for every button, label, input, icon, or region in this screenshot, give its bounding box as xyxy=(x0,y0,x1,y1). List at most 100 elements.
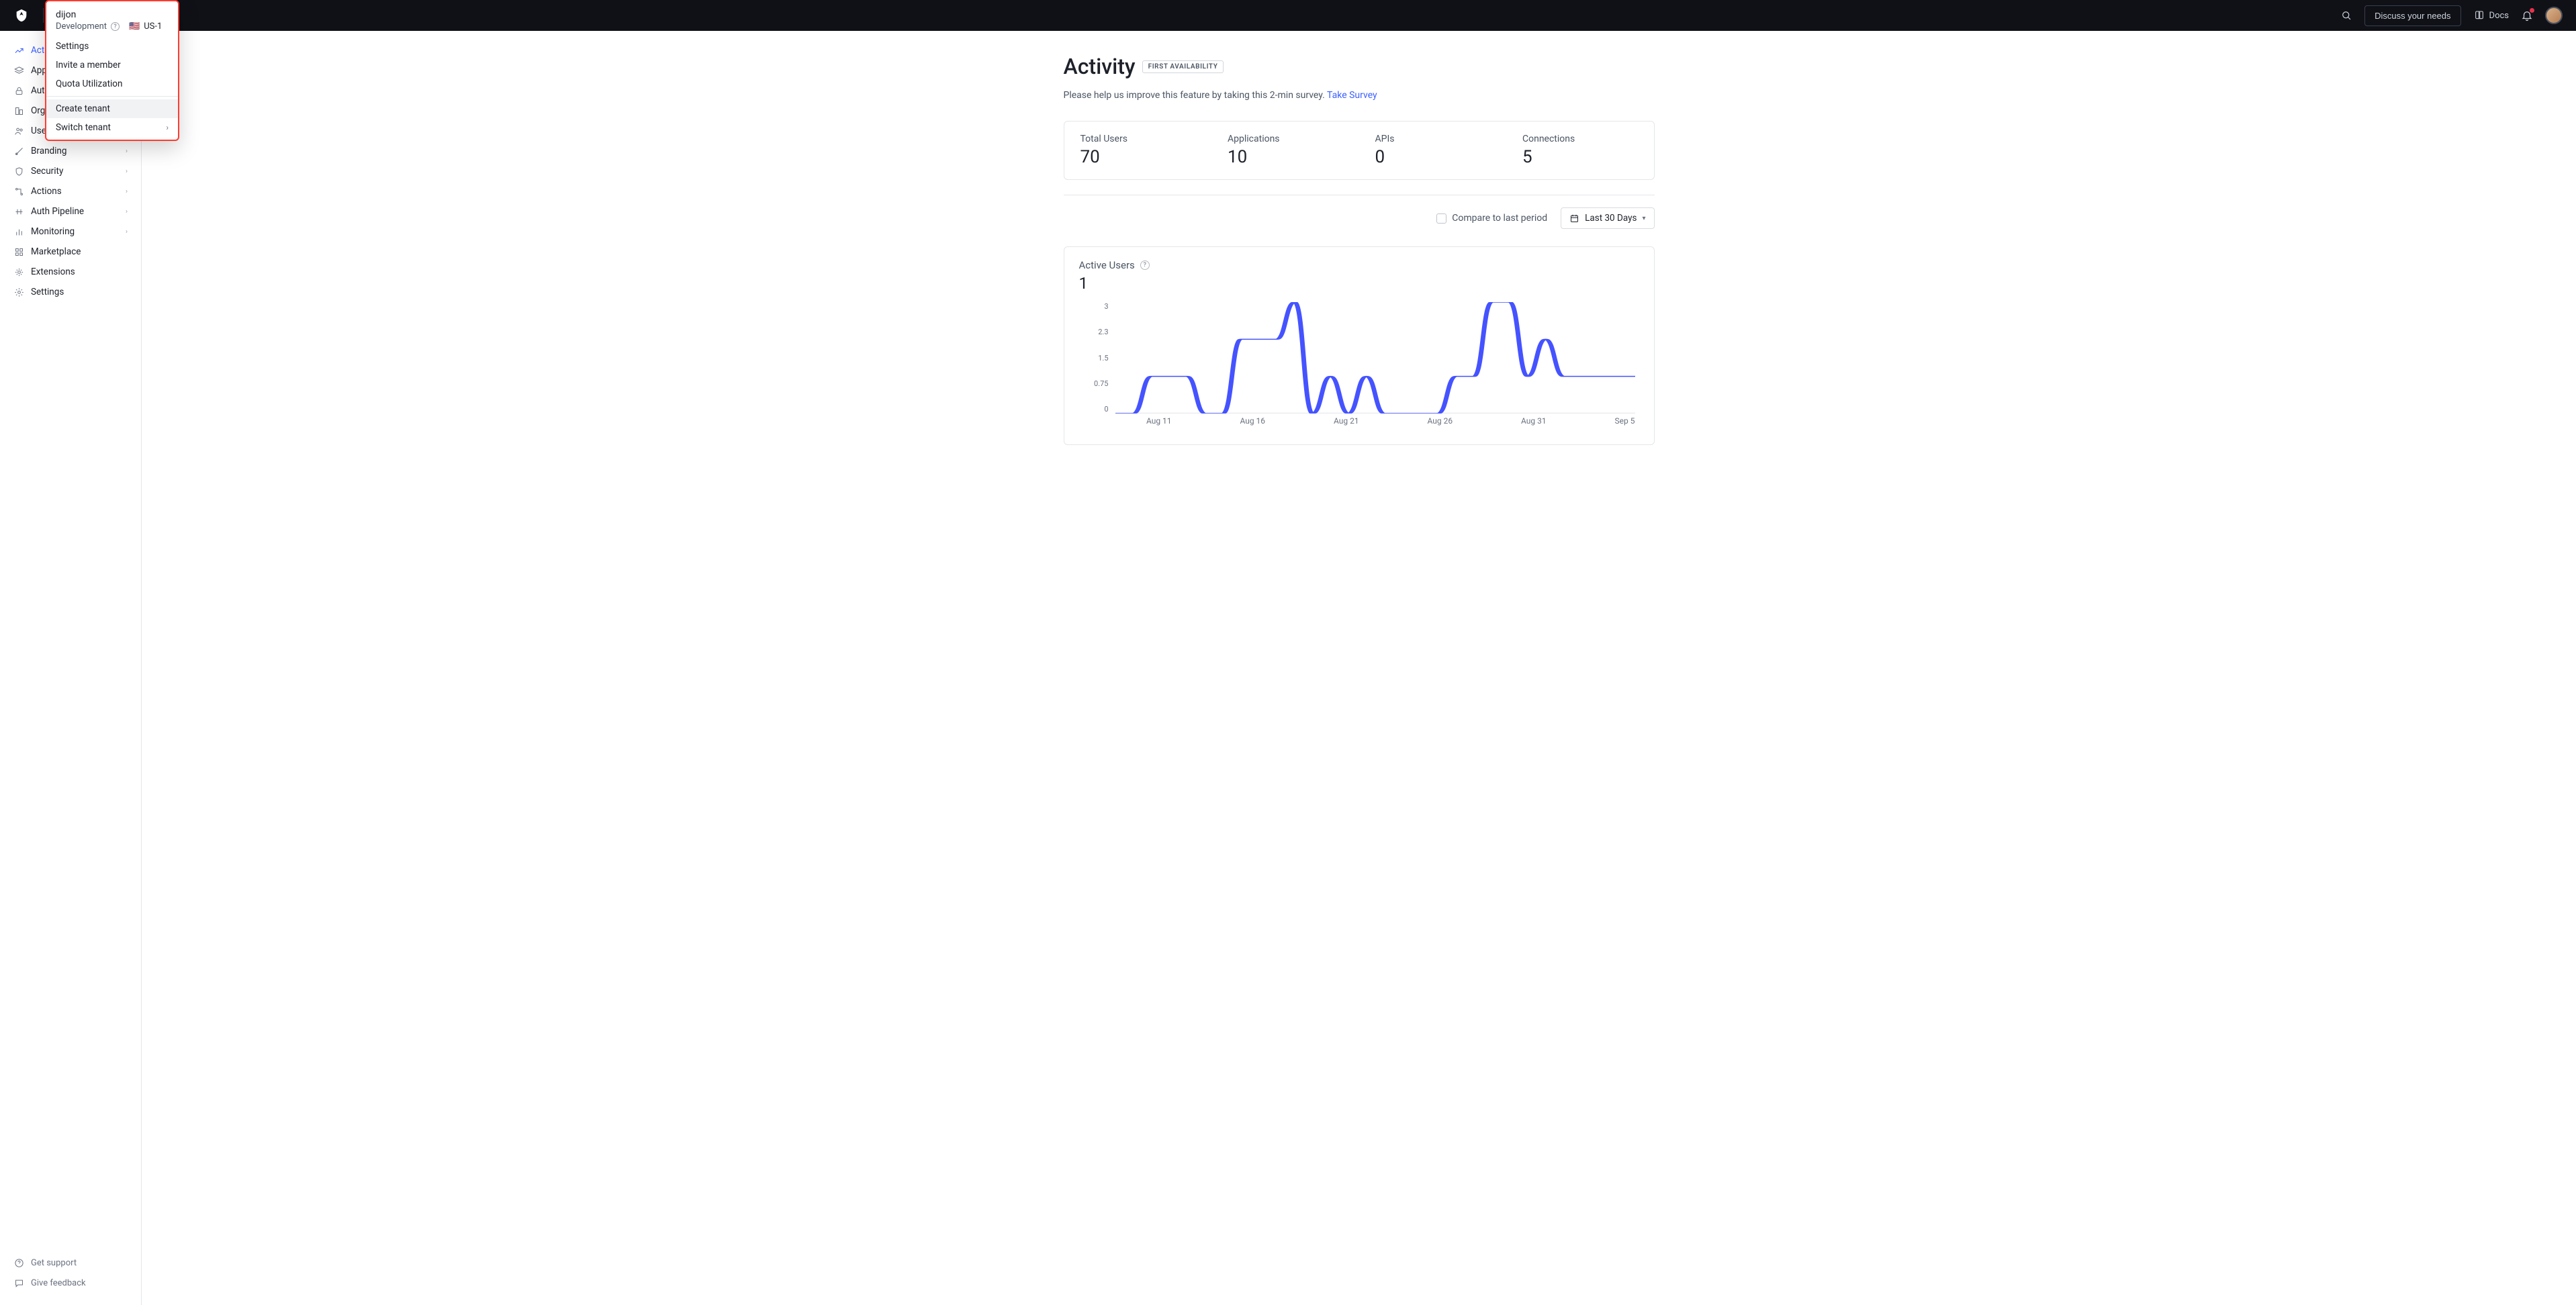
dropdown-tenant-name: dijon xyxy=(56,9,169,20)
date-range-label: Last 30 Days xyxy=(1585,213,1637,224)
chevron-right-icon: › xyxy=(126,168,128,175)
sidebar-item-label: Marketplace xyxy=(31,246,81,257)
chevron-right-icon: › xyxy=(126,208,128,215)
topbar: dijon Development ▾ Discuss your needs D… xyxy=(0,0,2576,31)
compare-label: Compare to last period xyxy=(1452,213,1547,224)
help-icon xyxy=(13,1257,24,1268)
stat-applications: Applications 10 xyxy=(1211,122,1359,179)
x-tick: Aug 11 xyxy=(1146,416,1172,430)
sidebar-item-label: Security xyxy=(31,166,63,177)
compare-checkbox[interactable]: Compare to last period xyxy=(1436,213,1547,224)
x-tick: Aug 21 xyxy=(1334,416,1359,430)
chart-x-axis: Aug 11 Aug 16 Aug 21 Aug 26 Aug 31 Sep 5 xyxy=(1115,416,1635,430)
page-title: Activity xyxy=(1064,54,1136,79)
brush-icon xyxy=(13,146,24,156)
notification-dot xyxy=(2530,8,2534,13)
gear-icon xyxy=(13,287,24,297)
flow-icon xyxy=(13,186,24,197)
search-icon[interactable] xyxy=(2340,9,2352,21)
sidebar-item-label: Auth Pipeline xyxy=(31,206,84,217)
sidebar-item-auth-pipeline[interactable]: Auth Pipeline › xyxy=(0,201,141,222)
y-tick: 1.5 xyxy=(1098,354,1108,362)
active-users-chart: Active Users ? 1 3 2.3 1.5 0.75 0 xyxy=(1064,246,1655,445)
dropdown-tenant-header: dijon Development ? 🇺🇸 US-1 xyxy=(46,5,178,37)
take-survey-link[interactable]: Take Survey xyxy=(1327,90,1377,101)
sidebar-item-actions[interactable]: Actions › xyxy=(0,181,141,201)
stat-value: 70 xyxy=(1080,147,1196,167)
dropdown-tenant-env: Development xyxy=(56,21,107,32)
chart-title: Active Users xyxy=(1079,259,1135,271)
pipeline-icon xyxy=(13,206,24,217)
stat-label: APIs xyxy=(1375,134,1491,144)
calendar-icon xyxy=(1569,213,1579,224)
sidebar: Activity Applications › Authentication ›… xyxy=(0,31,142,1305)
y-tick: 0.75 xyxy=(1094,379,1108,388)
stat-apis: APIs 0 xyxy=(1359,122,1507,179)
bars-icon xyxy=(13,226,24,237)
chevron-right-icon: › xyxy=(126,188,128,195)
sidebar-item-give-feedback[interactable]: Give feedback xyxy=(0,1273,141,1293)
users-icon xyxy=(13,126,24,136)
grid-icon xyxy=(13,246,24,257)
docs-link[interactable]: Docs xyxy=(2473,9,2509,21)
availability-badge: FIRST AVAILABILITY xyxy=(1142,60,1224,73)
sidebar-feedback-label: Give feedback xyxy=(31,1278,86,1288)
shield-icon xyxy=(13,166,24,177)
stat-value: 10 xyxy=(1228,147,1343,167)
chevron-right-icon: › xyxy=(126,228,128,236)
sidebar-item-label: Monitoring xyxy=(31,226,75,237)
dropdown-separator xyxy=(46,96,178,97)
stats-card: Total Users 70 Applications 10 APIs 0 Co… xyxy=(1064,121,1655,180)
sidebar-item-marketplace[interactable]: Marketplace xyxy=(0,242,141,262)
sidebar-item-label: Branding xyxy=(31,146,66,156)
main-content: Activity FIRST AVAILABILITY Please help … xyxy=(142,31,2576,1305)
chart-big-value: 1 xyxy=(1079,274,1639,293)
notification-bell-icon[interactable] xyxy=(2521,9,2533,21)
dropdown-item-quota[interactable]: Quota Utilization xyxy=(46,75,178,93)
y-tick: 0 xyxy=(1104,405,1108,414)
dropdown-switch-label: Switch tenant xyxy=(56,122,111,133)
sidebar-item-settings[interactable]: Settings xyxy=(0,282,141,302)
sidebar-support-label: Get support xyxy=(31,1258,77,1268)
checkbox-icon xyxy=(1436,213,1446,224)
sidebar-item-get-support[interactable]: Get support xyxy=(0,1253,141,1273)
stat-total-users: Total Users 70 xyxy=(1064,122,1212,179)
plugin-icon xyxy=(13,267,24,277)
sidebar-item-extensions[interactable]: Extensions xyxy=(0,262,141,282)
x-tick: Sep 5 xyxy=(1615,416,1635,430)
chevron-down-icon: ▾ xyxy=(1642,215,1645,222)
chart-y-axis: 3 2.3 1.5 0.75 0 xyxy=(1079,302,1109,414)
chevron-right-icon: › xyxy=(166,123,169,132)
stat-label: Total Users xyxy=(1080,134,1196,144)
sidebar-item-label: Settings xyxy=(31,287,64,297)
dropdown-region: US-1 xyxy=(144,21,162,32)
chevron-right-icon: › xyxy=(126,148,128,155)
lock-icon xyxy=(13,85,24,96)
x-tick: Aug 26 xyxy=(1427,416,1453,430)
dropdown-item-create-tenant[interactable]: Create tenant xyxy=(46,99,178,118)
divider xyxy=(43,8,44,23)
book-icon xyxy=(2473,9,2485,21)
stat-value: 0 xyxy=(1375,147,1491,167)
dropdown-item-settings[interactable]: Settings xyxy=(46,37,178,56)
chat-icon xyxy=(13,1277,24,1288)
sidebar-item-security[interactable]: Security › xyxy=(0,161,141,181)
subtitle-text: Please help us improve this feature by t… xyxy=(1064,90,1328,101)
dropdown-item-invite[interactable]: Invite a member xyxy=(46,56,178,75)
dropdown-item-switch-tenant[interactable]: Switch tenant › xyxy=(46,118,178,137)
activity-icon xyxy=(13,45,24,56)
sidebar-item-monitoring[interactable]: Monitoring › xyxy=(0,222,141,242)
logo-icon[interactable] xyxy=(13,7,30,23)
sidebar-item-branding[interactable]: Branding › xyxy=(0,141,141,161)
x-tick: Aug 16 xyxy=(1240,416,1265,430)
help-icon[interactable]: ? xyxy=(1140,260,1150,270)
discuss-button[interactable]: Discuss your needs xyxy=(2364,5,2460,26)
docs-label: Docs xyxy=(2489,11,2509,21)
avatar[interactable] xyxy=(2545,7,2563,24)
date-range-button[interactable]: Last 30 Days ▾ xyxy=(1561,207,1654,229)
help-icon[interactable]: ? xyxy=(111,22,120,31)
stat-connections: Connections 5 xyxy=(1506,122,1654,179)
y-tick: 3 xyxy=(1104,302,1108,311)
us-flag-icon: 🇺🇸 xyxy=(129,21,140,32)
tenant-dropdown: dijon Development ? 🇺🇸 US-1 Settings Inv… xyxy=(45,0,179,141)
